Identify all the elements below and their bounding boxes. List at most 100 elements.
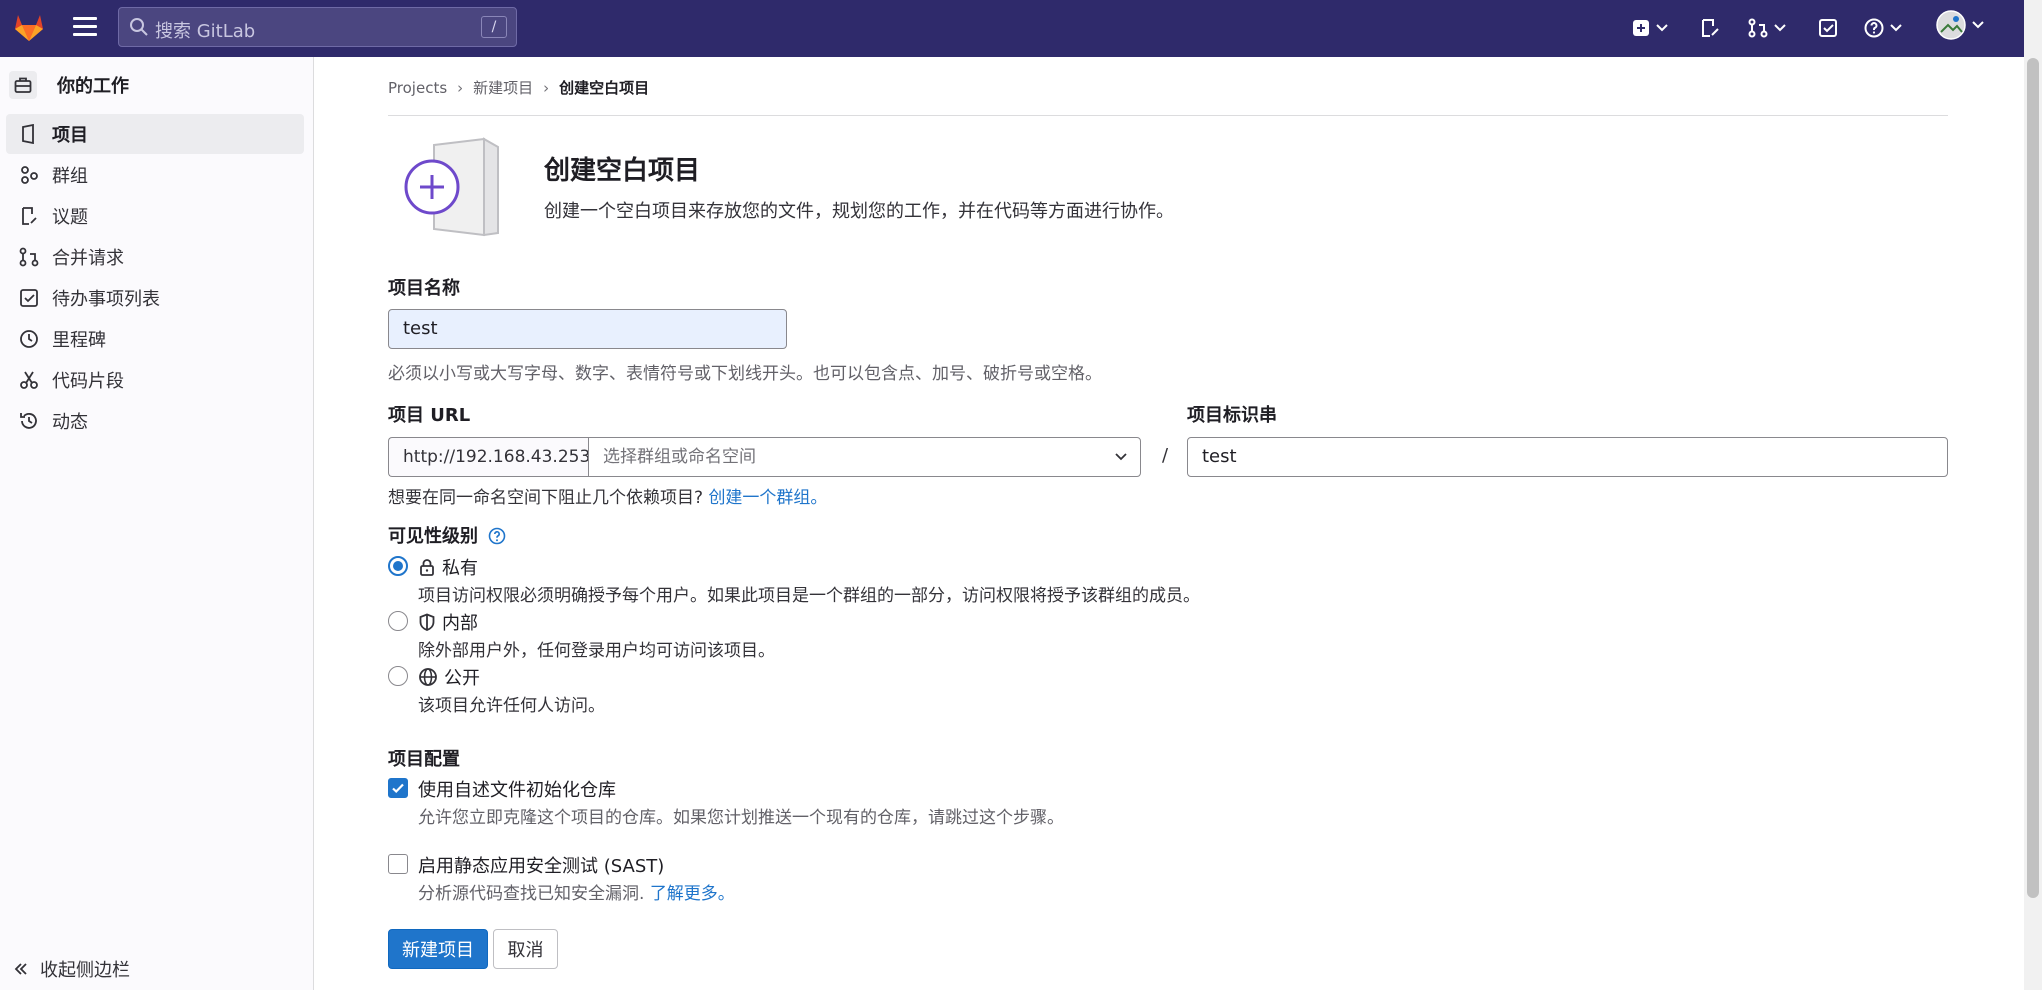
chevron-right-icon: ›: [457, 78, 464, 97]
project-slug-label: 项目标识串: [1187, 405, 1277, 426]
chevron-down-icon: [1972, 21, 1984, 29]
dependency-hint-text: 想要在同一命名空间下阻止几个依赖项目?: [388, 488, 704, 508]
visibility-internal-description: 除外部用户外，任何登录用户均可访问该项目。: [418, 641, 775, 661]
page-title: 创建空白项目: [544, 156, 701, 186]
scrollbar-thumb[interactable]: [2027, 58, 2039, 898]
gitlab-logo-icon[interactable]: [12, 10, 46, 44]
visibility-label-text: 可见性级别: [388, 526, 478, 547]
checkmark-icon: [392, 783, 404, 794]
globe-icon: [419, 668, 437, 686]
search-icon: [130, 18, 148, 36]
project-icon: [18, 123, 40, 145]
visibility-public-radio[interactable]: [388, 666, 408, 686]
snippet-icon: [18, 369, 40, 391]
blank-project-illustration: [404, 137, 499, 237]
chevron-down-icon: [1656, 24, 1668, 32]
sidebar-item-todos[interactable]: 待办事项列表: [6, 278, 304, 318]
visibility-label: 可见性级别: [388, 522, 506, 548]
issues-icon: [18, 205, 40, 227]
project-name-help: 必须以小写或大写字母、数字、表情符号或下划线开头。也可以包含点、加号、破折号或空…: [388, 364, 1102, 384]
clock-icon: [18, 328, 40, 350]
learn-more-link[interactable]: 了解更多。: [650, 884, 735, 904]
sidebar-item-label: 里程碑: [52, 330, 106, 351]
visibility-private-option[interactable]: 私有: [418, 554, 478, 580]
help-nav-button[interactable]: [1864, 14, 1902, 42]
project-name-label: 项目名称: [388, 278, 460, 299]
todo-icon: [18, 287, 40, 309]
todo-nav-button[interactable]: [1818, 14, 1838, 42]
top-navbar: 搜索 GitLab /: [0, 0, 2042, 57]
sidebar-item-label: 待办事项列表: [52, 289, 160, 310]
sidebar-item-label: 项目: [52, 125, 88, 146]
visibility-public-label: 公开: [444, 668, 480, 689]
chevron-down-icon: [1774, 24, 1786, 32]
menu-icon[interactable]: [73, 17, 97, 39]
chevron-right-icon: ›: [543, 78, 550, 97]
sidebar: 你的工作 项目 群组 议题 合并请求 待办事项列表 里程碑 代码片段 动态 收起…: [0, 57, 314, 990]
visibility-public-option[interactable]: 公开: [418, 664, 480, 690]
visibility-private-radio[interactable]: [388, 556, 408, 576]
project-url-prefix: http://192.168.43.253/: [388, 437, 596, 477]
chevron-down-icon: [1890, 24, 1902, 32]
breadcrumb-divider: [388, 115, 1948, 116]
chevron-down-icon: [1115, 453, 1127, 461]
sidebar-item-merge-requests[interactable]: 合并请求: [6, 237, 304, 277]
search-input[interactable]: 搜索 GitLab /: [118, 7, 517, 47]
shield-icon: [419, 613, 435, 631]
user-menu-button[interactable]: [1936, 10, 1984, 40]
project-slug-input[interactable]: test: [1187, 437, 1948, 477]
double-chevron-left-icon: [14, 963, 27, 975]
sidebar-item-milestones[interactable]: 里程碑: [6, 319, 304, 359]
breadcrumb: Projects › 新建项目 › 创建空白项目: [388, 77, 649, 98]
create-new-button[interactable]: [1632, 14, 1668, 42]
group-icon: [18, 164, 40, 186]
plus-square-icon: [1633, 20, 1649, 36]
project-name-input[interactable]: test: [388, 309, 787, 349]
namespace-select-placeholder: 选择群组或命名空间: [603, 447, 756, 467]
enable-sast-option[interactable]: 启用静态应用安全测试 (SAST): [418, 852, 664, 878]
merge-requests-nav-button[interactable]: [1748, 14, 1786, 42]
collapse-sidebar-button[interactable]: 收起侧边栏: [14, 956, 130, 982]
enable-sast-description-text: 分析源代码查找已知安全漏洞.: [418, 884, 645, 904]
user-avatar: [1936, 10, 1966, 40]
issues-nav-button[interactable]: [1700, 14, 1720, 42]
visibility-internal-option[interactable]: 内部: [418, 609, 478, 635]
init-readme-description: 允许您立即克隆这个项目的仓库。如果您计划推送一个现有的仓库，请跳过这个步骤。: [418, 808, 1064, 828]
lock-icon: [420, 559, 434, 576]
cancel-button[interactable]: 取消: [493, 929, 558, 969]
dependency-hint: 想要在同一命名空间下阻止几个依赖项目? 创建一个群组。: [388, 483, 827, 508]
init-readme-checkbox[interactable]: [388, 778, 408, 798]
sidebar-item-label: 群组: [52, 166, 88, 187]
init-readme-option[interactable]: 使用自述文件初始化仓库: [418, 776, 616, 802]
sidebar-item-label: 代码片段: [52, 371, 124, 392]
visibility-internal-radio[interactable]: [388, 611, 408, 631]
history-icon: [18, 410, 40, 432]
create-group-link[interactable]: 创建一个群组。: [708, 488, 827, 508]
merge-request-icon: [18, 246, 40, 268]
sidebar-item-activity[interactable]: 动态: [6, 401, 304, 441]
breadcrumb-current[interactable]: 创建空白项目: [559, 77, 649, 98]
sidebar-item-groups[interactable]: 群组: [6, 155, 304, 195]
create-project-button[interactable]: 新建项目: [388, 929, 488, 969]
search-shortcut-hint: /: [481, 16, 507, 38]
breadcrumb-projects[interactable]: Projects: [388, 79, 447, 97]
sidebar-item-label: 合并请求: [52, 248, 124, 269]
page-subtitle: 创建一个空白项目来存放您的文件，规划您的工作，并在代码等方面进行协作。: [544, 201, 1174, 222]
collapse-sidebar-label: 收起侧边栏: [40, 960, 130, 981]
sidebar-item-label: 议题: [52, 207, 88, 228]
visibility-internal-label: 内部: [442, 613, 478, 634]
sidebar-title: 你的工作: [57, 76, 129, 97]
sidebar-item-issues[interactable]: 议题: [6, 196, 304, 236]
breadcrumb-new-project[interactable]: 新建项目: [473, 77, 533, 98]
sidebar-item-projects[interactable]: 项目: [6, 114, 304, 154]
enable-sast-description: 分析源代码查找已知安全漏洞. 了解更多。: [418, 879, 735, 904]
issues-icon: [1702, 19, 1719, 37]
search-placeholder: 搜索 GitLab: [155, 21, 256, 42]
namespace-select[interactable]: 选择群组或命名空间: [588, 437, 1141, 477]
enable-sast-checkbox[interactable]: [388, 854, 408, 874]
question-circle-icon[interactable]: [488, 527, 506, 545]
sidebar-context-header[interactable]: 你的工作: [9, 67, 129, 103]
sidebar-item-snippets[interactable]: 代码片段: [6, 360, 304, 400]
page-scrollbar[interactable]: [2024, 0, 2042, 990]
briefcase-icon: [9, 71, 37, 99]
